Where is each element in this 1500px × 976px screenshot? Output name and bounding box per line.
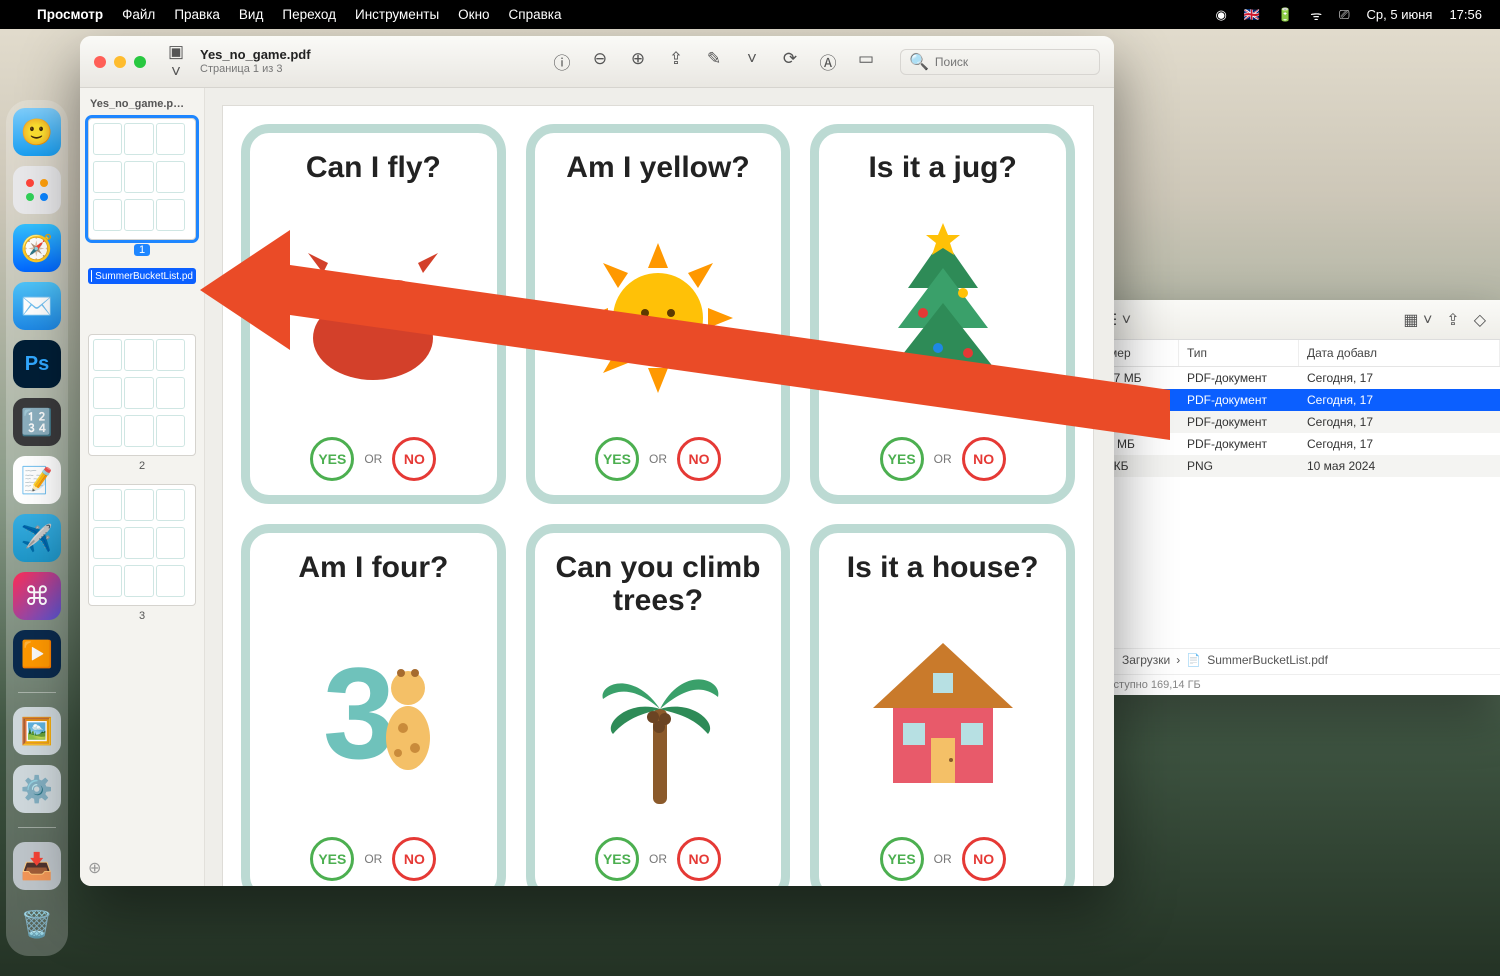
table-row[interactable]: 12,7 МБPDF-документСегодня, 17 [1089,367,1500,389]
document-area[interactable]: Can I fly? YESORNO Am I yellow? YESORNO [205,88,1114,886]
dock-settings[interactable]: ⚙️ [13,765,61,813]
card-crab: Can I fly? YESORNO [241,124,506,504]
card-sun: Am I yellow? YESORNO [526,124,791,504]
highlight-icon[interactable]: ✎ [702,49,726,74]
dock-downloads[interactable]: 📥 [13,842,61,890]
toolbar-buttons: ⓘ ⊖ ⊕ ⇪ ✎ ˅ ⟳ Ⓐ ▭ [550,49,878,74]
chevron-down-icon[interactable]: ˅ [740,49,764,74]
dock-telegram[interactable]: ✈️ [13,514,61,562]
minimize-button[interactable] [114,56,126,68]
finder-window: ☰ ˅ ▦ ˅ ⇪ ◇ азмер Тип Дата добавл 12,7 М… [1088,300,1500,695]
preview-window: ▣ ˅ Yes_no_game.pdf Страница 1 из 3 ⓘ ⊖ … [80,36,1114,886]
col-type[interactable]: Тип [1179,340,1299,366]
dock-trash[interactable]: 🗑️ [13,900,61,948]
dock-video[interactable]: ▶️ [13,630,61,678]
finder-toolbar: ☰ ˅ ▦ ˅ ⇪ ◇ [1089,300,1500,340]
dock-safari[interactable]: 🧭 [13,224,61,272]
dock-calculator[interactable]: 🔢 [13,398,61,446]
card-four: Am I four? 3 YESORNO [241,524,506,886]
finder-columns: азмер Тип Дата добавл [1089,340,1500,367]
dock-photoshop[interactable]: Ps [13,340,61,388]
title-block: Yes_no_game.pdf Страница 1 из 3 [200,48,311,74]
app-name[interactable]: Просмотр [37,7,103,22]
menu-time[interactable]: 17:56 [1449,7,1482,22]
search-input[interactable] [935,55,1091,69]
menu-help[interactable]: Справка [509,7,562,22]
markup-icon[interactable]: Ⓐ [816,49,840,74]
dock-mail[interactable]: ✉️ [13,282,61,330]
col-date[interactable]: Дата добавл [1299,340,1500,366]
menu-view[interactable]: Вид [239,7,263,22]
window-controls [94,56,146,68]
number-3-giraffe-icon: 3 [262,596,485,829]
dock-finder[interactable]: 🙂 [13,108,61,156]
dock-preview-thumb[interactable]: 🖼️ [13,707,61,755]
palm-tree-icon [547,629,770,829]
dock-shortcuts[interactable]: ⌘ [13,572,61,620]
menu-tools[interactable]: Инструменты [355,7,439,22]
info-icon[interactable]: ⓘ [550,49,574,74]
path-bar[interactable]: 📁 Загрузки › 📄 SummerBucketList.pdf [1089,648,1500,671]
card-house: Is it a house? YESORNO [810,524,1075,886]
wifi-icon[interactable]: ᯤ [1310,6,1322,24]
card-tree: Is it a jug? YESORNO [810,124,1075,504]
maximize-button[interactable] [134,56,146,68]
screen-record-icon[interactable]: ◉ [1216,7,1227,23]
menu-bar: Просмотр Файл Правка Вид Переход Инструм… [0,0,1500,29]
dock-launchpad[interactable] [13,166,61,214]
input-flag-icon[interactable]: 🇬🇧 [1244,7,1260,23]
disk-space: доступно 169,14 ГБ [1089,674,1500,695]
thumbnail-1[interactable] [88,118,196,240]
sidebar-title: Yes_no_game.p… [90,98,194,110]
thumb-num-3: 3 [88,610,196,622]
search-icon: 🔍 [909,52,929,72]
card-climb: Can you climb trees? YESORNO [526,524,791,886]
close-button[interactable] [94,56,106,68]
battery-icon[interactable]: 🔋 [1277,7,1293,23]
group-icon[interactable]: ▦ ˅ [1403,310,1432,330]
sidebar-toggle-icon[interactable]: ▣ ˅ [164,42,188,82]
zoom-in-icon[interactable]: ⊕ [626,49,650,74]
drag-file-item[interactable]: SummerBucketList.pd [88,268,196,284]
dock: 🙂 🧭 ✉️ Ps 🔢 📝 ✈️ ⌘ ▶️ 🖼️ ⚙️ 📥 🗑️ [6,100,68,956]
menu-edit[interactable]: Правка [174,7,220,22]
thumbnail-sidebar: Yes_no_game.p… 1 SummerBucketList.pd 2 [80,88,205,886]
table-row[interactable]: 124 КБPDF-документСегодня, 17 [1089,411,1500,433]
svg-text:3: 3 [323,640,395,786]
xmas-tree-icon [831,196,1054,429]
control-center-icon[interactable]: ⎚ [1339,7,1349,23]
thumb-num-2: 2 [88,460,196,472]
doc-title: Yes_no_game.pdf [200,48,311,62]
share-icon[interactable]: ⇪ [1446,310,1459,330]
add-page-button[interactable]: ⊕ [88,858,101,878]
table-row[interactable]: 44 КБPNG10 мая 2024 [1089,455,1500,477]
menu-file[interactable]: Файл [122,7,155,22]
file-icon: 📄 [1186,653,1201,667]
table-row[interactable]: 1,2 МБPDF-документСегодня, 17 [1089,433,1500,455]
table-row-selected[interactable]: 2,8 МБPDF-документСегодня, 17 [1089,389,1500,411]
menu-go[interactable]: Переход [282,7,336,22]
crop-icon[interactable]: ▭ [854,49,878,74]
page-indicator: Страница 1 из 3 [200,63,311,75]
share-icon[interactable]: ⇪ [664,49,688,74]
zoom-out-icon[interactable]: ⊖ [588,49,612,74]
thumbnail-3[interactable] [88,484,196,606]
sun-icon [547,196,770,429]
thumbnail-2[interactable] [88,334,196,456]
finder-rows: 12,7 МБPDF-документСегодня, 17 2,8 МБPDF… [1089,367,1500,477]
thumb-num-1: 1 [134,244,150,256]
dock-notes[interactable]: 📝 [13,456,61,504]
menu-window[interactable]: Окно [458,7,489,22]
rotate-icon[interactable]: ⟳ [778,49,802,74]
crab-icon [262,196,485,429]
search-box[interactable]: 🔍 [900,49,1100,75]
window-toolbar: ▣ ˅ Yes_no_game.pdf Страница 1 из 3 ⓘ ⊖ … [80,36,1114,88]
tag-icon[interactable]: ◇ [1474,310,1486,330]
pdf-page: Can I fly? YESORNO Am I yellow? YESORNO [223,106,1093,886]
menu-date[interactable]: Ср, 5 июня [1367,7,1433,22]
house-icon [831,596,1054,829]
